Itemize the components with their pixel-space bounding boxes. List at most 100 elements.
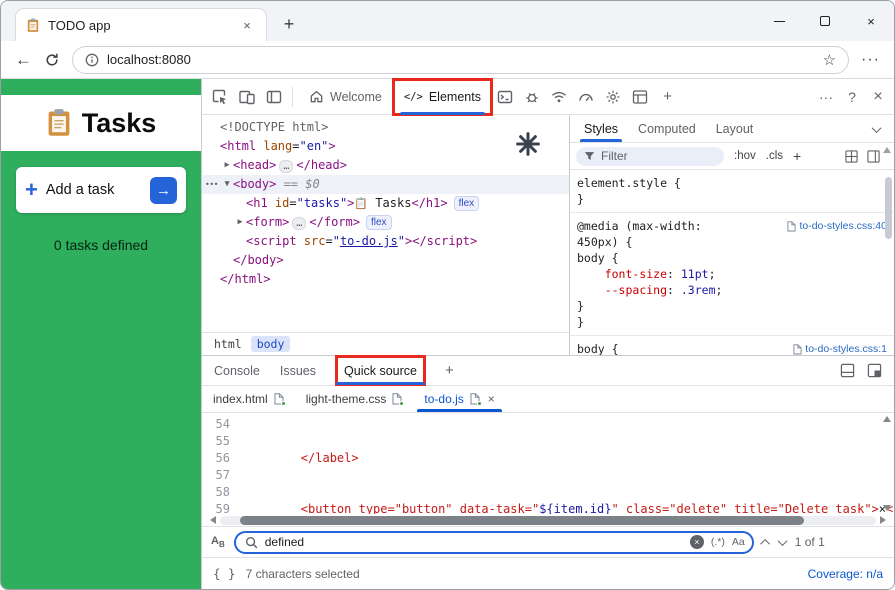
- devtools-help-icon[interactable]: ?: [840, 89, 864, 105]
- scrollbar-thumb[interactable]: [885, 177, 892, 239]
- pretty-print-icon[interactable]: { }: [213, 566, 236, 581]
- inline-style-rule[interactable]: element.style { }: [570, 170, 894, 213]
- token: :: [667, 283, 681, 297]
- tab-welcome[interactable]: Welcome: [298, 79, 393, 115]
- tab-console[interactable]: Console: [214, 356, 260, 385]
- clear-search-icon[interactable]: ×: [689, 535, 704, 549]
- code-icon: </>: [403, 90, 423, 103]
- green-dot-icon: [476, 401, 482, 406]
- scroll-right-arrow[interactable]: [880, 516, 886, 524]
- browser-tab[interactable]: TODO app ×: [15, 8, 267, 41]
- previous-match-button[interactable]: [759, 533, 770, 551]
- debugger-bug-icon[interactable]: [519, 83, 546, 110]
- next-match-button[interactable]: [777, 533, 788, 551]
- back-button[interactable]: ←: [15, 51, 32, 68]
- maximize-button[interactable]: [802, 1, 848, 41]
- split-view-icon[interactable]: [867, 149, 880, 163]
- match-case-toggle[interactable]: Aa: [732, 536, 745, 548]
- coverage-link[interactable]: Coverage: n/a: [808, 567, 883, 581]
- scrollbar-up-arrow[interactable]: [883, 147, 891, 153]
- file-tab-light-theme-css[interactable]: light-theme.css: [295, 386, 414, 412]
- dom-node-html[interactable]: <html lang="en">: [202, 137, 569, 156]
- tab-quick-source[interactable]: Quick source: [335, 355, 426, 386]
- regex-toggle[interactable]: (.*): [711, 536, 725, 548]
- dom-node-body[interactable]: ••• ▼ <body> == $0: [202, 175, 569, 194]
- tab-computed[interactable]: Computed: [628, 115, 706, 142]
- tab-styles[interactable]: Styles: [574, 115, 628, 142]
- stylesheet-link[interactable]: to-do-styles.css:40: [787, 218, 887, 234]
- tab-issues[interactable]: Issues: [280, 356, 316, 385]
- add-task-button[interactable]: + Add a task →: [16, 167, 186, 213]
- source-file-tabs: index.html light-theme.css to-do.js ×: [202, 386, 894, 413]
- class-toggle-button[interactable]: .cls: [766, 150, 783, 162]
- inspect-element-icon[interactable]: [206, 83, 233, 110]
- file-icon: [470, 393, 482, 406]
- scroll-up-arrow[interactable]: [883, 416, 891, 422]
- dom-node-doctype[interactable]: <!DOCTYPE html>: [202, 118, 569, 137]
- horizontal-scrollbar[interactable]: [202, 514, 894, 526]
- flex-badge[interactable]: flex: [365, 215, 392, 230]
- console-tool-icon[interactable]: [492, 83, 519, 110]
- dom-node-html-close[interactable]: </html>: [202, 270, 569, 289]
- pseudo-state-button[interactable]: :hov: [734, 150, 756, 162]
- info-icon: [85, 53, 99, 67]
- vertical-scrollbar[interactable]: [882, 416, 892, 511]
- new-style-rule-button[interactable]: +: [793, 148, 801, 164]
- styles-filter-input[interactable]: Filter: [576, 146, 724, 166]
- panel-caret-icon[interactable]: [871, 122, 882, 136]
- file-tab-to-do-js[interactable]: to-do.js ×: [413, 386, 505, 412]
- network-icon[interactable]: [546, 83, 573, 110]
- breadcrumb-body[interactable]: body: [250, 336, 291, 352]
- bookmark-star-icon[interactable]: ☆: [823, 51, 836, 69]
- dom-node-body-close[interactable]: </body>: [202, 251, 569, 270]
- settings-gear-icon[interactable]: [600, 83, 627, 110]
- dock-panel-icon[interactable]: [840, 363, 855, 378]
- grid-editor-icon[interactable]: [845, 149, 858, 163]
- close-window-button[interactable]: ×: [848, 1, 894, 41]
- expand-arrow-icon[interactable]: ▶: [221, 156, 233, 175]
- devtools-close-icon[interactable]: ×: [866, 88, 890, 106]
- breadcrumb-html[interactable]: html: [208, 336, 248, 352]
- dom-node-form[interactable]: ▶ <form>… </form> flex: [202, 213, 569, 232]
- dom-node-h1[interactable]: <h1 id="tasks">📋 Tasks</h1> flex: [202, 194, 569, 213]
- node-menu-icon[interactable]: •••: [205, 175, 218, 194]
- expand-arrow-icon[interactable]: ▶: [234, 213, 246, 232]
- tab-elements[interactable]: </> Elements: [391, 77, 493, 116]
- application-icon[interactable]: [627, 83, 654, 110]
- line-number-gutter[interactable]: 54 55 56 57 58 59: [202, 413, 238, 514]
- scroll-left-arrow[interactable]: [210, 516, 216, 524]
- dom-node-head[interactable]: ▶ <head>… </head>: [202, 156, 569, 175]
- add-tools-icon[interactable]: +: [654, 83, 681, 110]
- stylesheet-link[interactable]: to-do-styles.css:1: [793, 341, 887, 355]
- body-style-rule[interactable]: body { to-do-styles.css:1: [570, 336, 894, 355]
- media-query-rule[interactable]: @media (max-width: to-do-styles.css:40 4…: [570, 213, 894, 336]
- search-input[interactable]: defined × (.*) Aa: [233, 530, 754, 554]
- new-tab-button[interactable]: +: [275, 10, 303, 38]
- activity-bar-icon[interactable]: [260, 83, 287, 110]
- tab-welcome-label: Welcome: [330, 89, 382, 104]
- refresh-button[interactable]: [44, 52, 60, 68]
- code-lines[interactable]: </label> <button type="button" data-task…: [238, 413, 894, 514]
- browser-menu-button[interactable]: ···: [861, 51, 880, 69]
- ab-toggle-icon[interactable]: AB: [211, 535, 225, 549]
- device-emulation-icon[interactable]: [233, 83, 260, 110]
- file-tab-index-html[interactable]: index.html: [202, 386, 295, 412]
- submit-arrow-icon[interactable]: →: [150, 176, 177, 204]
- scroll-down-arrow[interactable]: [883, 505, 891, 511]
- browser-window: TODO app × + × ← localhost:8080 ☆ ··· Ta…: [0, 0, 895, 590]
- url-bar[interactable]: localhost:8080 ☆: [72, 45, 850, 74]
- scrollbar-track[interactable]: [220, 515, 876, 525]
- expand-panel-icon[interactable]: [867, 363, 882, 378]
- tab-layout[interactable]: Layout: [706, 115, 764, 142]
- add-drawer-tab-button[interactable]: +: [445, 362, 454, 379]
- scrollbar-thumb[interactable]: [239, 515, 804, 525]
- tab-close-icon[interactable]: ×: [238, 18, 256, 33]
- close-file-icon[interactable]: ×: [488, 392, 495, 406]
- performance-icon[interactable]: [573, 83, 600, 110]
- flex-badge[interactable]: flex: [453, 196, 480, 211]
- dom-node-script[interactable]: <script src="to-do.js"></script>: [202, 232, 569, 251]
- devtools-more-icon[interactable]: ···: [814, 89, 838, 105]
- collapse-arrow-icon[interactable]: ▼: [221, 175, 233, 194]
- minimize-button[interactable]: [756, 1, 802, 41]
